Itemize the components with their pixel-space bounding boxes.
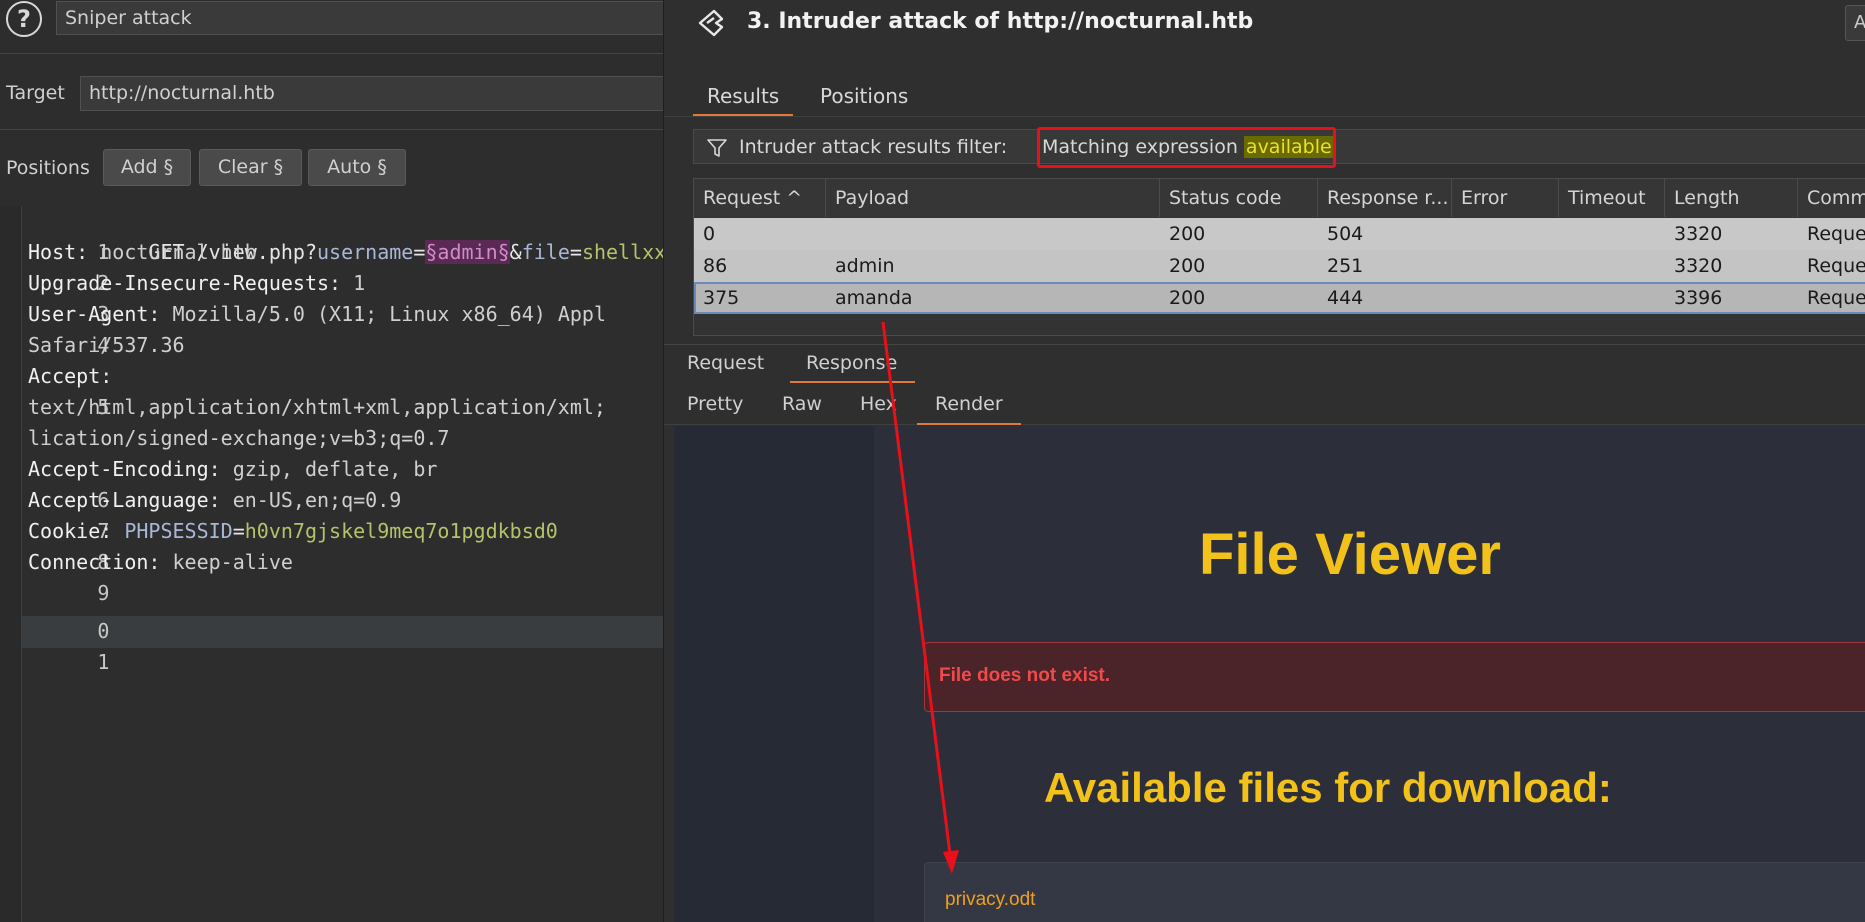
auto-markers-button[interactable]: Auto § bbox=[308, 149, 406, 186]
help-icon[interactable]: ? bbox=[6, 1, 42, 37]
error-alert: File does not exist. bbox=[924, 642, 1865, 712]
editor-line: text/html,application/xhtml+xml,applicat… bbox=[28, 395, 606, 419]
target-input[interactable]: http://nocturnal.htb bbox=[80, 76, 663, 111]
results-table: Request ^ Payload Status code Response r… bbox=[693, 178, 1865, 336]
positions-label: Positions bbox=[6, 157, 90, 179]
editor-line: 9 Connection: keep-alive bbox=[28, 550, 293, 605]
target-label: Target bbox=[6, 82, 65, 104]
filter-label: Intruder attack results filter: bbox=[739, 136, 1008, 158]
results-filter-bar[interactable]: Intruder attack results filter: Matching… bbox=[693, 127, 1865, 168]
column-header-error[interactable]: Error bbox=[1452, 179, 1559, 217]
intruder-icon bbox=[698, 9, 724, 37]
rendered-response: File Viewer File does not exist. Availab… bbox=[674, 426, 1865, 922]
burp-window: ? Sniper attack Target http://nocturnal.… bbox=[0, 0, 1865, 922]
column-header-payload[interactable]: Payload bbox=[826, 179, 1160, 217]
file-list: privacy.odt bbox=[924, 862, 1865, 922]
page-title: File Viewer bbox=[1199, 522, 1501, 587]
column-header-length[interactable]: Length bbox=[1665, 179, 1798, 217]
table-row-selected[interactable]: 375 amanda 200 444 3396 Reque bbox=[694, 282, 1865, 314]
column-header-comment[interactable]: Comm bbox=[1798, 179, 1865, 217]
column-header-response-received[interactable]: Response r... bbox=[1318, 179, 1452, 217]
file-link[interactable]: privacy.odt bbox=[945, 889, 1035, 911]
editor-line: 2 Host: nocturnal.htb bbox=[28, 240, 257, 295]
render-content: File Viewer File does not exist. Availab… bbox=[874, 426, 1865, 922]
section-heading: Available files for download: bbox=[1044, 764, 1612, 811]
intruder-results-window: 3. Intruder attack of http://nocturnal.h… bbox=[663, 0, 1865, 922]
window-title: 3. Intruder attack of http://nocturnal.h… bbox=[747, 9, 1254, 34]
tab-hex[interactable]: Hex bbox=[860, 393, 897, 415]
tab-render[interactable]: Render bbox=[917, 393, 1021, 425]
annotation-highlight-box bbox=[1037, 127, 1336, 168]
editor-line: 7 Accept-Language: en-US,en;q=0.9 bbox=[28, 488, 402, 543]
attack-button[interactable]: A bbox=[1845, 5, 1865, 41]
divider bbox=[0, 129, 663, 130]
tab-pretty[interactable]: Pretty bbox=[687, 393, 743, 415]
filter-icon bbox=[707, 139, 727, 157]
tab-response[interactable]: Response bbox=[789, 352, 916, 383]
tab-positions[interactable]: Positions bbox=[820, 84, 908, 116]
editor-line: 0 bbox=[97, 619, 110, 643]
add-marker-button[interactable]: Add § bbox=[103, 149, 191, 186]
editor-line: 4 User-Agent: Mozilla/5.0 (X11; Linux x8… bbox=[28, 302, 606, 357]
editor-line: 1 GET /view.php?username=§admin§&file=sh… bbox=[97, 240, 663, 264]
editor-line: lication/signed-exchange;v=b3;q=0.7 bbox=[28, 426, 450, 450]
attack-type-select[interactable]: Sniper attack bbox=[56, 1, 663, 35]
tab-results[interactable]: Results bbox=[692, 84, 794, 116]
render-sidebar bbox=[674, 426, 874, 922]
divider bbox=[664, 116, 1865, 117]
view-tabbar: Pretty Raw Hex Render bbox=[664, 385, 1865, 425]
message-tabbar: Request Response bbox=[664, 344, 1865, 383]
request-editor[interactable]: 1 GET /view.php?username=§admin§&file=sh… bbox=[0, 206, 663, 922]
editor-line: 3 Upgrade-Insecure-Requests: 1 bbox=[28, 271, 366, 326]
table-row[interactable]: 86 admin 200 251 3320 Reque bbox=[694, 250, 1865, 282]
editor-line: 5 Accept: bbox=[28, 364, 113, 419]
tab-raw[interactable]: Raw bbox=[782, 393, 822, 415]
table-row[interactable]: 0 200 504 3320 Reque bbox=[694, 218, 1865, 250]
editor-line: 8 Cookie: PHPSESSID=h0vn7gjskel9meq7o1pg… bbox=[28, 519, 558, 574]
tab-request[interactable]: Request bbox=[687, 352, 764, 374]
column-header-request[interactable]: Request ^ bbox=[694, 179, 826, 217]
divider bbox=[0, 53, 663, 54]
column-header-timeout[interactable]: Timeout bbox=[1559, 179, 1665, 217]
editor-line: 1 bbox=[97, 650, 110, 674]
clear-markers-button[interactable]: Clear § bbox=[199, 149, 302, 186]
editor-line: 6 Accept-Encoding: gzip, deflate, br bbox=[28, 457, 438, 512]
column-header-status[interactable]: Status code bbox=[1160, 179, 1318, 217]
attack-config-panel: ? Sniper attack Target http://nocturnal.… bbox=[0, 0, 663, 922]
error-message: File does not exist. bbox=[939, 665, 1111, 686]
editor-line: Safari/537.36 bbox=[28, 333, 185, 357]
